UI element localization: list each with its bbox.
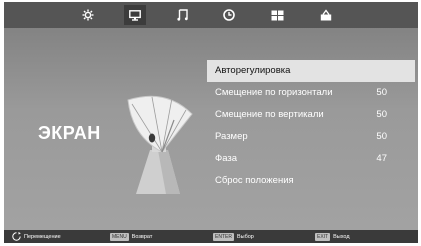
hint-enter: ENTER Выбор [213,230,254,243]
menu-item-label: Авторегулировка [215,65,291,76]
menu-item-label: Смещение по горизонтали [215,87,333,98]
tv-osd-screen: ЭКРАН Авторегулировка Смещение по горизо… [4,2,418,243]
picture-settings-icon [82,9,94,21]
satellite-dish-icon [127,95,193,194]
menu-item-h-position[interactable]: Смещение по горизонтали 50 [207,82,415,104]
key-hint-bar: Перемещение MENU Возврат ENTER Выбор EXI… [4,230,418,243]
music-note-icon [176,9,188,21]
tab-options[interactable] [266,5,288,25]
hint-menu-label: Возврат [131,233,153,240]
exit-key-badge: EXIT [315,232,331,241]
lock-icon [320,9,332,21]
menu-item-label: Смещение по вертикали [215,109,324,120]
menu-item-size[interactable]: Размер 50 [207,126,415,148]
tab-sound[interactable] [171,5,193,25]
tab-screen[interactable] [124,5,146,25]
hint-move-label: Перемещение [24,233,61,240]
screen-settings-menu: Авторегулировка Смещение по горизонтали … [207,60,415,192]
menu-item-reset-position[interactable]: Сброс положения [207,170,415,192]
menu-item-value: 50 [376,87,387,98]
menu-item-value: 50 [376,109,387,120]
hint-exit: EXIT Выход [315,230,350,243]
menu-tab-bar [4,2,418,28]
navigation-arrows-icon [12,232,21,241]
hint-exit-label: Выход [333,233,350,240]
hint-menu: MENU Возврат [110,230,152,243]
screen-icon [129,9,141,21]
hint-move: Перемещение [12,230,61,243]
menu-item-v-position[interactable]: Смещение по вертикали 50 [207,104,415,126]
menu-item-label: Фаза [215,153,238,164]
enter-key-badge: ENTER [213,232,234,241]
page-title: ЭКРАН [38,123,101,143]
menu-item-auto-adjust[interactable]: Авторегулировка [207,60,415,82]
clock-icon [223,9,235,21]
menu-item-value: 47 [376,153,387,164]
grid-icon [271,10,283,20]
menu-item-label: Размер [215,131,248,142]
tab-time[interactable] [218,5,240,25]
hint-enter-label: Выбор [236,233,254,240]
tab-lock[interactable] [315,5,337,25]
menu-item-label: Сброс положения [215,175,294,186]
tab-picture[interactable] [77,5,99,25]
menu-item-phase[interactable]: Фаза 47 [207,148,415,170]
menu-key-badge: MENU [110,232,129,241]
menu-item-value: 50 [376,131,387,142]
